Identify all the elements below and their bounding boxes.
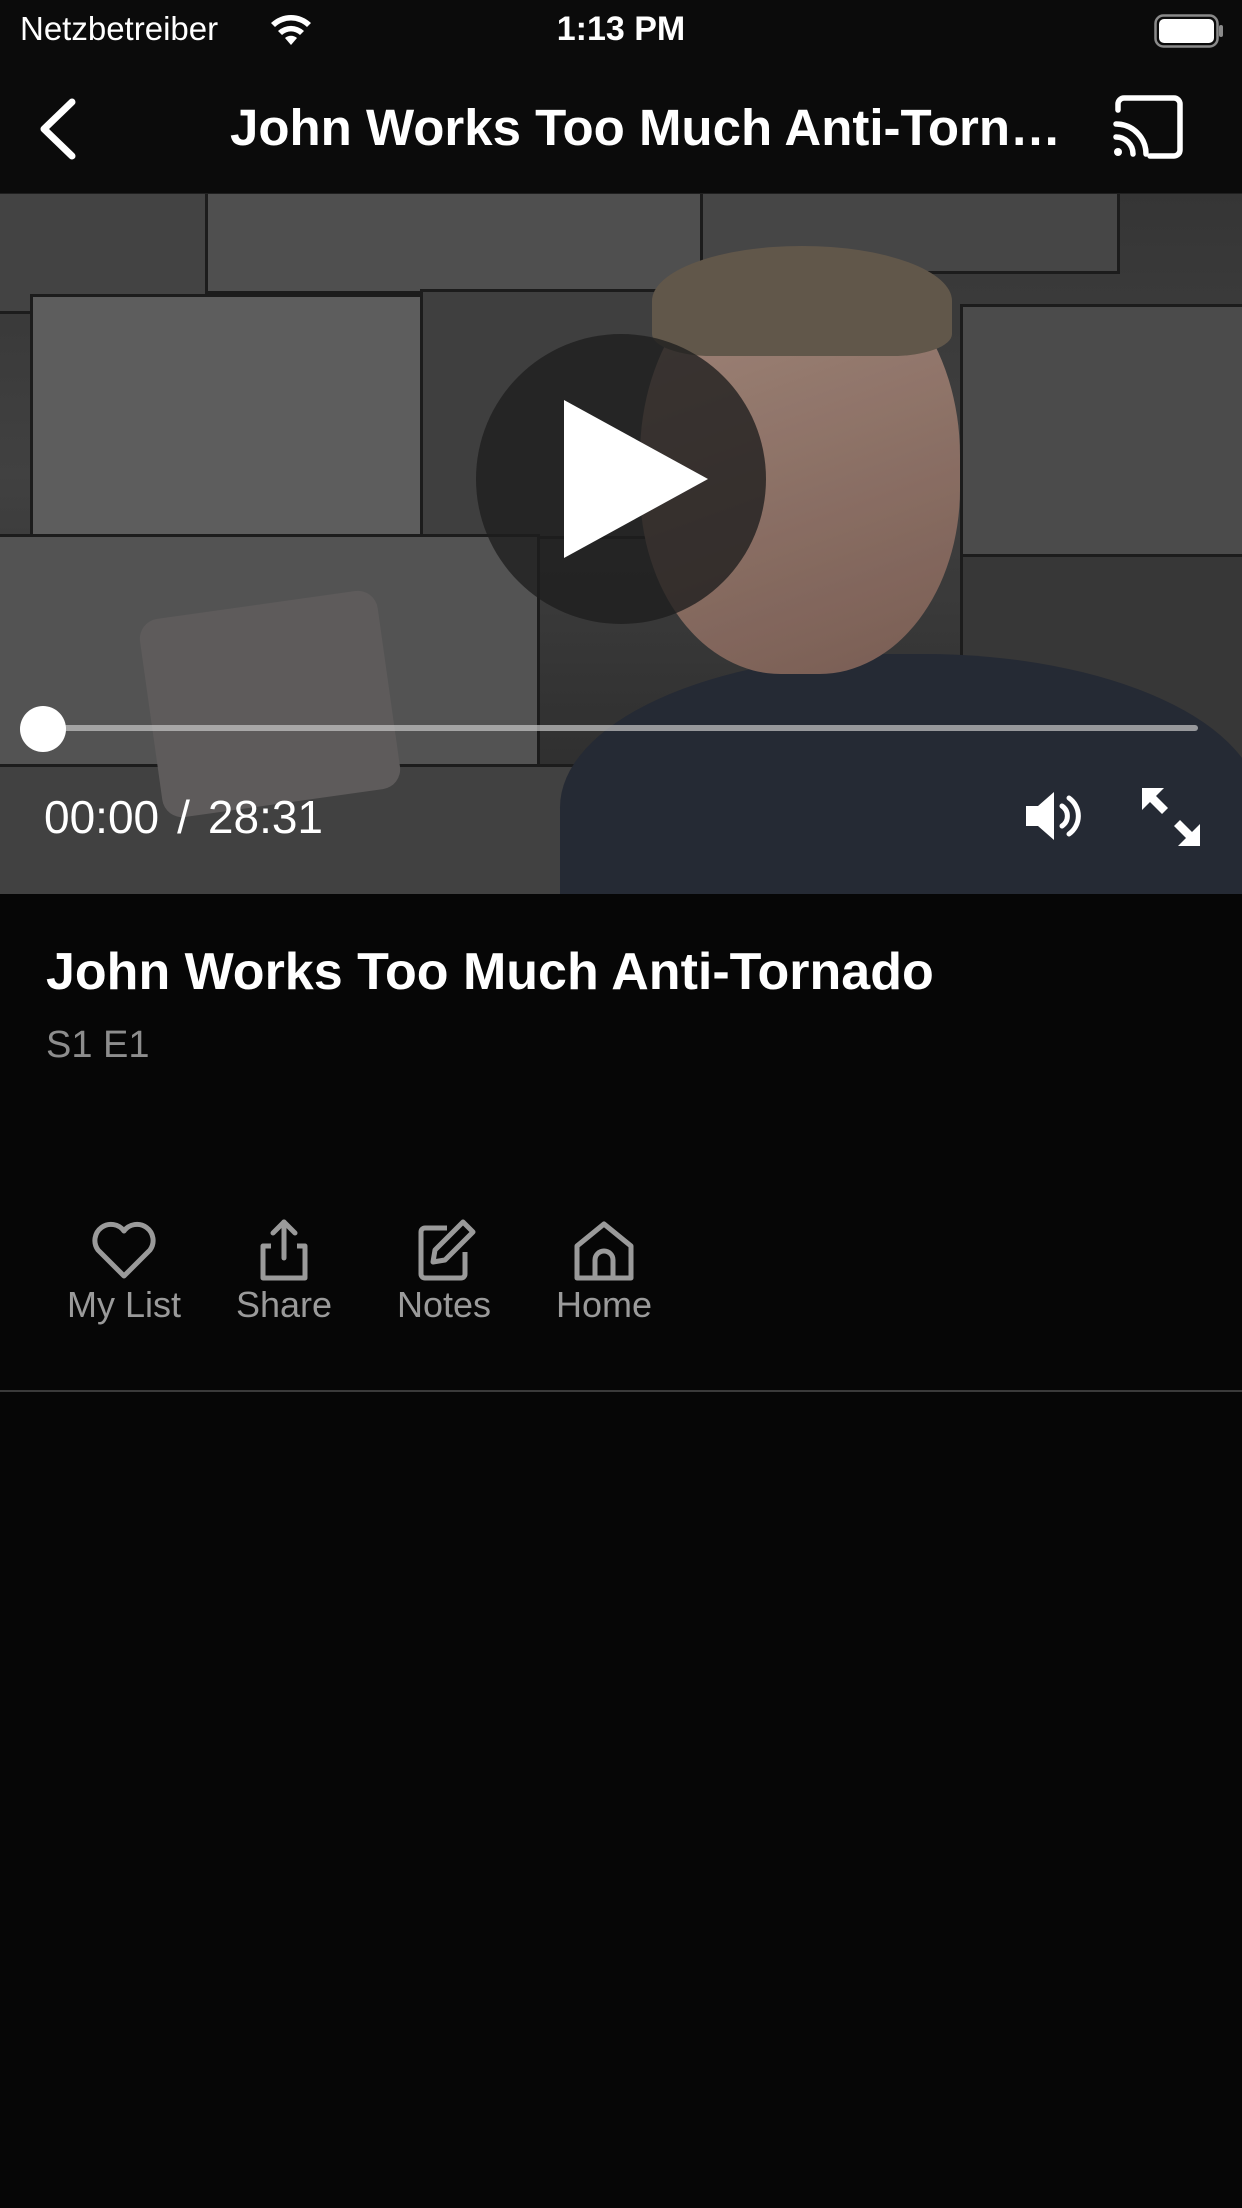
my-list-button[interactable]: My List [44, 1218, 204, 1338]
action-bar: My List Share Notes Home [44, 1218, 744, 1338]
duration: 28:31 [207, 791, 324, 843]
progress-bar[interactable] [44, 725, 1198, 731]
video-player[interactable]: 00:00 / 28:31 [0, 194, 1242, 894]
home-icon [574, 1221, 634, 1281]
status-bar: Netzbetreiber 1:13 PM [0, 0, 1242, 62]
my-list-label: My List [66, 1284, 181, 1325]
play-icon [564, 400, 708, 558]
share-button[interactable]: Share [204, 1218, 364, 1338]
episode-title: John Works Too Much Anti-Tornado [46, 943, 934, 1001]
volume-icon[interactable] [1022, 786, 1082, 846]
play-button[interactable] [476, 334, 766, 624]
fullscreen-icon[interactable] [1140, 786, 1202, 848]
edit-icon [418, 1219, 476, 1281]
current-time: 00:00 [44, 791, 160, 843]
time-display: 00:00 / 28:31 [44, 790, 323, 844]
back-button[interactable] [28, 94, 88, 164]
home-button[interactable]: Home [524, 1218, 684, 1338]
time-separator: / [177, 791, 190, 843]
heart-icon [92, 1221, 156, 1279]
notes-button[interactable]: Notes [364, 1218, 524, 1338]
home-label: Home [555, 1284, 653, 1325]
nav-title: John Works Too Much Anti-Tornado [230, 99, 1080, 156]
share-icon [260, 1219, 308, 1281]
cast-icon[interactable] [1110, 94, 1184, 160]
divider [0, 1390, 1242, 1392]
battery-icon [1154, 14, 1223, 48]
share-label: Share [235, 1284, 333, 1325]
status-time: 1:13 PM [556, 10, 686, 48]
episode-meta: S1 E1 [46, 1024, 150, 1066]
notes-label: Notes [396, 1284, 492, 1325]
progress-thumb[interactable] [20, 706, 66, 752]
navigation-bar: John Works Too Much Anti-Tornado [0, 62, 1242, 194]
